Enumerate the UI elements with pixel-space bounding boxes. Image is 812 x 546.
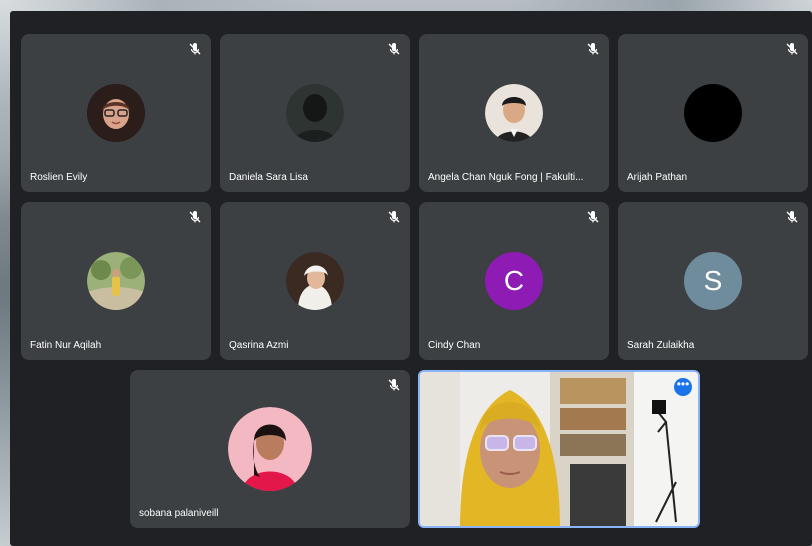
mic-off-icon (786, 211, 798, 223)
mic-off-icon (189, 211, 201, 223)
mic-off-icon (587, 43, 599, 55)
more-options-button[interactable]: ••• (674, 378, 692, 396)
self-video-tile[interactable]: ••• (418, 370, 700, 528)
avatar (87, 252, 145, 310)
avatar-initial: S (703, 265, 723, 296)
participant-name: Cindy Chan (428, 340, 481, 351)
participant-name: Fatin Nur Aqilah (30, 340, 102, 351)
participant-tile[interactable]: Angela Chan Nguk Fong | Fakulti... (419, 34, 609, 192)
participant-name: Daniela Sara Lisa (229, 172, 308, 183)
avatar (485, 84, 543, 142)
participant-tile[interactable]: sobana palaniveill (130, 370, 410, 528)
mic-off-icon (786, 43, 798, 55)
participant-tile[interactable]: C Cindy Chan (419, 202, 609, 360)
avatar (684, 84, 742, 142)
participant-name: Angela Chan Nguk Fong | Fakulti... (428, 172, 584, 183)
participant-name: Arijah Pathan (627, 172, 688, 183)
self-video-feed (420, 372, 698, 526)
participant-name: Roslien Evily (30, 172, 88, 183)
participant-tile[interactable]: Fatin Nur Aqilah (21, 202, 211, 360)
avatar (286, 84, 344, 142)
mic-off-icon (587, 211, 599, 223)
mic-off-icon (388, 379, 400, 391)
avatar (286, 252, 344, 310)
participant-tile[interactable]: Daniela Sara Lisa (220, 34, 410, 192)
avatar-initial: C (503, 265, 525, 296)
avatar: C (485, 252, 543, 310)
avatar (87, 84, 145, 142)
participant-tile[interactable]: Arijah Pathan (618, 34, 808, 192)
participant-name: sobana palaniveill (139, 508, 219, 519)
participant-tile[interactable]: S Sarah Zulaikha (618, 202, 808, 360)
mic-off-icon (189, 43, 201, 55)
participant-name: Qasrina Azmi (229, 340, 289, 351)
mic-off-icon (388, 43, 400, 55)
mic-off-icon (388, 211, 400, 223)
meeting-grid: Roslien Evily Daniela Sara Lisa Angela C… (10, 11, 812, 546)
avatar: S (684, 252, 742, 310)
participant-tile[interactable]: Roslien Evily (21, 34, 211, 192)
avatar (228, 407, 312, 491)
participant-tile[interactable]: Qasrina Azmi (220, 202, 410, 360)
participant-name: Sarah Zulaikha (627, 340, 695, 351)
